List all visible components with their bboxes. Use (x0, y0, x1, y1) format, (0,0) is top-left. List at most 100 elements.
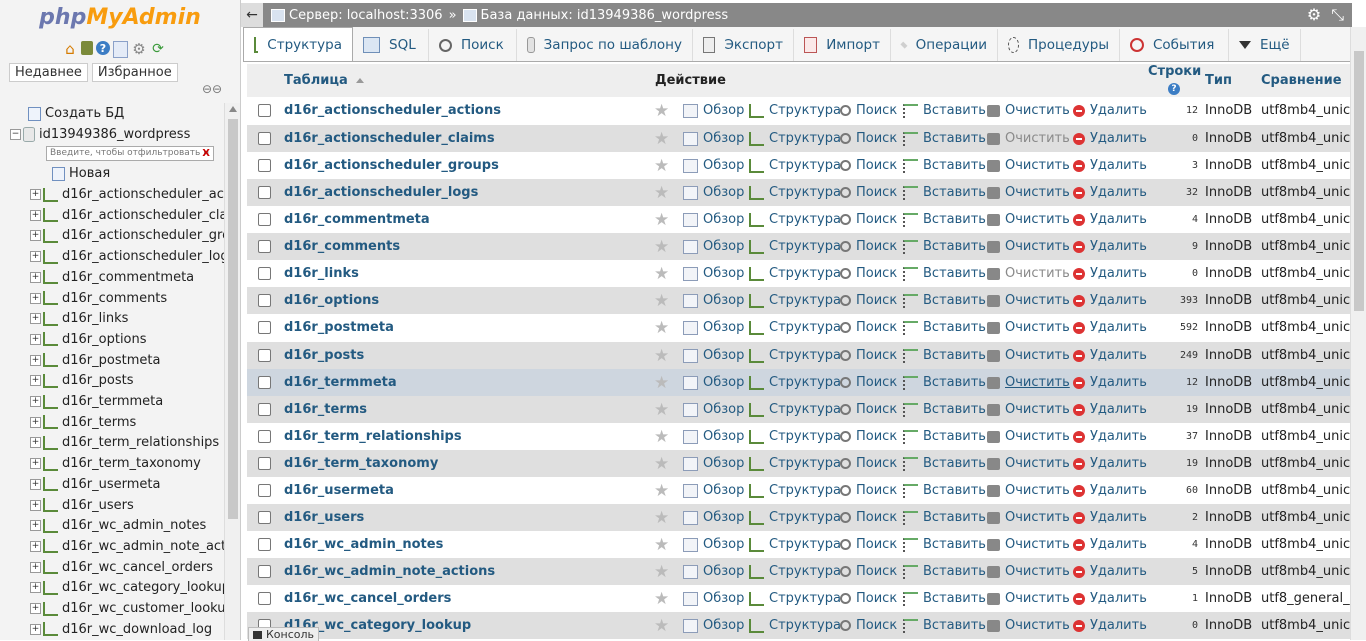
table-structure-icon[interactable] (43, 622, 58, 637)
browse-button[interactable]: Обзор (683, 342, 744, 369)
insert-button[interactable]: Вставить (903, 125, 986, 152)
empty-button[interactable]: Очистить (987, 97, 1070, 124)
structure-button[interactable]: Структура (749, 287, 841, 314)
drop-button[interactable]: Удалить (1073, 97, 1147, 124)
browse-button[interactable]: Обзор (683, 585, 744, 612)
favorite-star-icon[interactable]: ★ (654, 477, 669, 504)
table-structure-icon[interactable] (43, 539, 58, 554)
structure-button[interactable]: Структура (749, 450, 841, 477)
search-button[interactable]: Поиск (840, 342, 897, 369)
insert-button[interactable]: Вставить (903, 206, 986, 233)
search-button[interactable]: Поиск (840, 585, 897, 612)
browse-button[interactable]: Обзор (683, 369, 744, 396)
tab-query[interactable]: Запрос по шаблону (517, 29, 693, 61)
nav-table-item[interactable]: + d16r_wc_category_lookup (30, 577, 230, 598)
structure-button[interactable]: Структура (749, 152, 841, 179)
table-name-link[interactable]: d16r_wc_admin_notes (284, 531, 443, 558)
drop-button[interactable]: Удалить (1073, 342, 1147, 369)
table-structure-icon[interactable] (43, 498, 58, 512)
expand-icon[interactable]: + (30, 561, 41, 573)
structure-button[interactable]: Структура (749, 125, 841, 152)
nav-table-item[interactable]: + d16r_term_taxonomy (30, 453, 201, 474)
empty-button[interactable]: Очистить (987, 369, 1070, 396)
browse-button[interactable]: Обзор (683, 152, 744, 179)
tab-search[interactable]: Поиск (429, 29, 517, 61)
filter-clear-button[interactable]: X (202, 147, 210, 160)
table-structure-icon[interactable] (43, 415, 58, 430)
structure-button[interactable]: Структура (749, 558, 841, 585)
browse-button[interactable]: Обзор (683, 260, 744, 287)
insert-button[interactable]: Вставить (903, 342, 986, 369)
nav-table-item[interactable]: + d16r_wc_customer_lookup (30, 598, 234, 619)
structure-button[interactable]: Структура (749, 423, 841, 450)
table-structure-icon[interactable] (43, 291, 58, 305)
search-button[interactable]: Поиск (840, 287, 897, 314)
nav-table-item[interactable]: + d16r_actionscheduler_logs (30, 246, 235, 267)
browse-button[interactable]: Обзор (683, 233, 744, 260)
empty-button[interactable]: Очистить (987, 531, 1070, 558)
insert-button[interactable]: Вставить (903, 558, 986, 585)
table-row[interactable]: d16r_commentmeta ★ Обзор Структура Поиск Вста… (247, 206, 1350, 233)
search-button[interactable]: Поиск (840, 612, 897, 639)
table-row[interactable]: d16r_term_relationships ★ Обзор Структура По… (247, 423, 1350, 450)
column-rows-header[interactable]: Строки ? (1148, 64, 1201, 96)
favorite-star-icon[interactable]: ★ (654, 612, 669, 639)
empty-button[interactable]: Очистить (987, 504, 1070, 531)
structure-button[interactable]: Структура (749, 531, 841, 558)
insert-button[interactable]: Вставить (903, 260, 986, 287)
table-row[interactable]: d16r_actionscheduler_groups ★ Обзор Структу… (247, 152, 1350, 179)
empty-button[interactable]: Очистить (987, 206, 1070, 233)
browse-button[interactable]: Обзор (683, 423, 744, 450)
drop-button[interactable]: Удалить (1073, 531, 1147, 558)
table-name-link[interactable]: d16r_termmeta (284, 369, 397, 396)
insert-button[interactable]: Вставить (903, 314, 986, 341)
expand-icon[interactable]: + (30, 478, 41, 490)
table-row[interactable]: d16r_wc_admin_note_actions ★ Обзор Структур… (247, 558, 1350, 585)
favorite-star-icon[interactable]: ★ (654, 233, 669, 260)
logout-icon[interactable] (81, 41, 93, 55)
search-button[interactable]: Поиск (840, 450, 897, 477)
empty-button[interactable]: Очистить (987, 450, 1070, 477)
expand-icon[interactable]: + (30, 520, 41, 532)
search-button[interactable]: Поиск (840, 152, 897, 179)
scroll-up-icon[interactable] (229, 106, 237, 112)
structure-button[interactable]: Структура (749, 97, 841, 124)
table-structure-icon[interactable] (43, 187, 58, 202)
drop-button[interactable]: Удалить (1073, 450, 1147, 477)
table-structure-icon[interactable] (43, 208, 58, 223)
insert-button[interactable]: Вставить (903, 287, 986, 314)
table-name-link[interactable]: d16r_usermeta (284, 477, 394, 504)
expand-icon[interactable]: + (30, 396, 41, 407)
empty-button[interactable]: Очистить (987, 585, 1070, 612)
table-row[interactable]: d16r_actionscheduler_actions ★ Обзор Структ… (247, 97, 1350, 124)
table-name-link[interactable]: d16r_actionscheduler_actions (284, 97, 501, 124)
column-type-header[interactable]: Тип (1205, 64, 1232, 97)
row-checkbox[interactable] (258, 321, 271, 334)
row-checkbox[interactable] (258, 376, 271, 389)
row-checkbox[interactable] (258, 240, 271, 253)
search-button[interactable]: Поиск (840, 260, 897, 287)
insert-button[interactable]: Вставить (903, 423, 986, 450)
expand-icon[interactable]: + (30, 271, 41, 283)
empty-button[interactable]: Очистить (987, 342, 1070, 369)
table-row[interactable]: d16r_links ★ Обзор Структура Поиск Вставить Оч… (247, 260, 1350, 287)
table-name-link[interactable]: d16r_actionscheduler_logs (284, 179, 478, 206)
tab-events[interactable]: События (1120, 29, 1229, 61)
console-bar[interactable]: Консоль (248, 627, 320, 641)
favorite-star-icon[interactable]: ★ (654, 423, 669, 450)
drop-button[interactable]: Удалить (1073, 585, 1147, 612)
expand-icon[interactable]: + (30, 313, 41, 325)
nav-scrollbar[interactable] (224, 103, 240, 640)
search-button[interactable]: Поиск (840, 206, 897, 233)
search-button[interactable]: Поиск (840, 558, 897, 585)
favorite-star-icon[interactable]: ★ (654, 558, 669, 585)
table-name-link[interactable]: d16r_wc_admin_note_actions (284, 558, 495, 585)
browse-button[interactable]: Обзор (683, 206, 744, 233)
expand-icon[interactable]: + (30, 209, 41, 221)
search-button[interactable]: Поиск (840, 125, 897, 152)
table-structure-icon[interactable] (43, 228, 58, 243)
expand-icon[interactable]: + (30, 540, 41, 552)
browse-button[interactable]: Обзор (683, 612, 744, 639)
nav-table-item[interactable]: + d16r_term_relationships (30, 432, 219, 453)
table-row[interactable]: d16r_termmeta ★ Обзор Структура Поиск Вставит… (247, 369, 1350, 396)
